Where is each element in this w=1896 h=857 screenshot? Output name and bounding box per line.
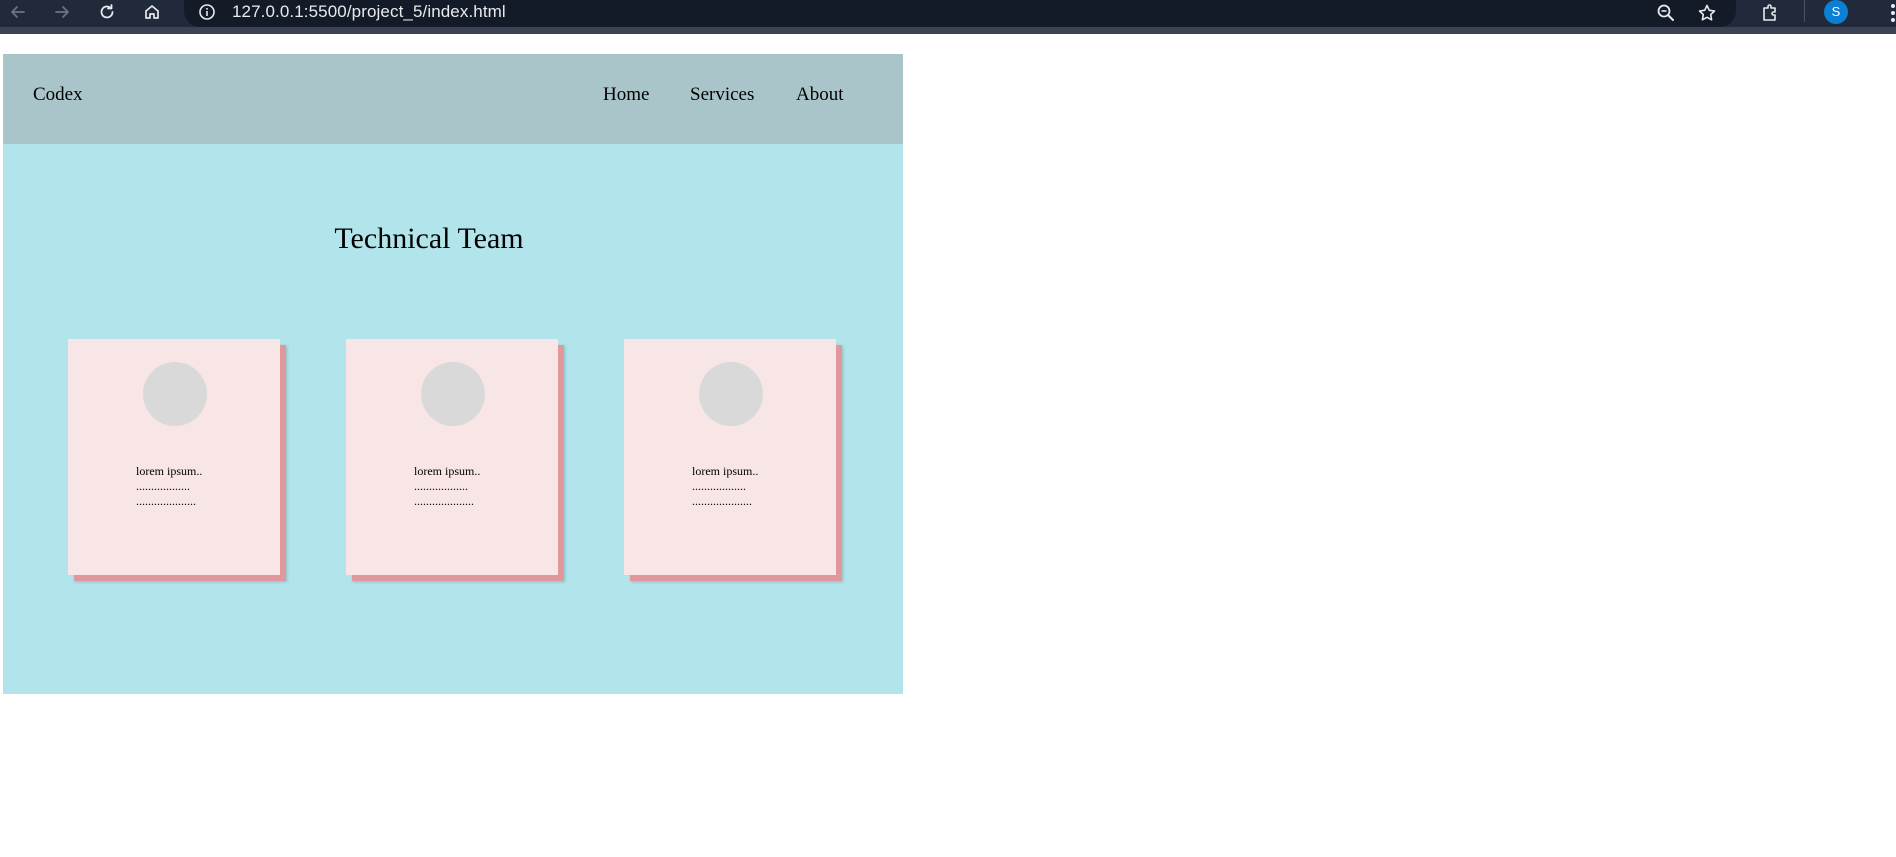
extensions-icon[interactable] [1758,1,1782,25]
nav-link-about[interactable]: About [796,84,844,106]
bookmark-star-icon[interactable] [1695,1,1719,25]
team-card: lorem ipsum.. .................. .......… [624,339,836,575]
info-icon[interactable] [198,3,216,21]
site-logo[interactable]: Codex [33,84,83,106]
nav-link-services[interactable]: Services [690,84,754,106]
member-photo-placeholder [143,362,207,426]
member-photo-placeholder [699,362,763,426]
card-text: lorem ipsum.. .................. .......… [414,464,480,509]
reload-icon [98,3,116,21]
card-text: lorem ipsum.. .................. .......… [692,464,758,509]
back-arrow-icon [9,3,27,21]
member-detail-line: .................... [692,494,752,508]
browser-toolbar: 127.0.0.1:5500/project_5/index.html S [0,0,1896,34]
member-detail-line: .................... [136,494,196,508]
nav-link-home[interactable]: Home [603,84,649,106]
section-title: Technical Team [334,222,524,255]
address-bar[interactable]: 127.0.0.1:5500/project_5/index.html [184,0,1736,27]
member-name: lorem ipsum.. [414,464,481,478]
member-detail-line: .................. [692,479,746,493]
page-viewport: Codex Home Services About Technical Team… [3,54,903,694]
more-menu-icon[interactable] [1890,2,1896,24]
back-button[interactable] [3,0,33,24]
member-detail-line: .................. [136,479,190,493]
team-card: lorem ipsum.. .................. .......… [346,339,558,575]
forward-button[interactable] [47,0,77,24]
member-name: lorem ipsum.. [692,464,759,478]
site-header: Codex Home Services About [3,54,903,144]
home-button[interactable] [137,0,167,24]
card-text: lorem ipsum.. .................. .......… [136,464,202,509]
forward-arrow-icon [53,3,71,21]
home-icon [143,3,161,21]
reload-button[interactable] [92,0,122,24]
member-photo-placeholder [421,362,485,426]
toolbar-divider [1804,0,1805,22]
url-text[interactable]: 127.0.0.1:5500/project_5/index.html [232,2,506,22]
team-card: lorem ipsum.. .................. .......… [68,339,280,575]
profile-avatar[interactable]: S [1824,0,1848,24]
member-detail-line: .................. [414,479,468,493]
member-detail-line: .................... [414,494,474,508]
member-name: lorem ipsum.. [136,464,203,478]
zoom-out-icon[interactable] [1654,1,1678,25]
